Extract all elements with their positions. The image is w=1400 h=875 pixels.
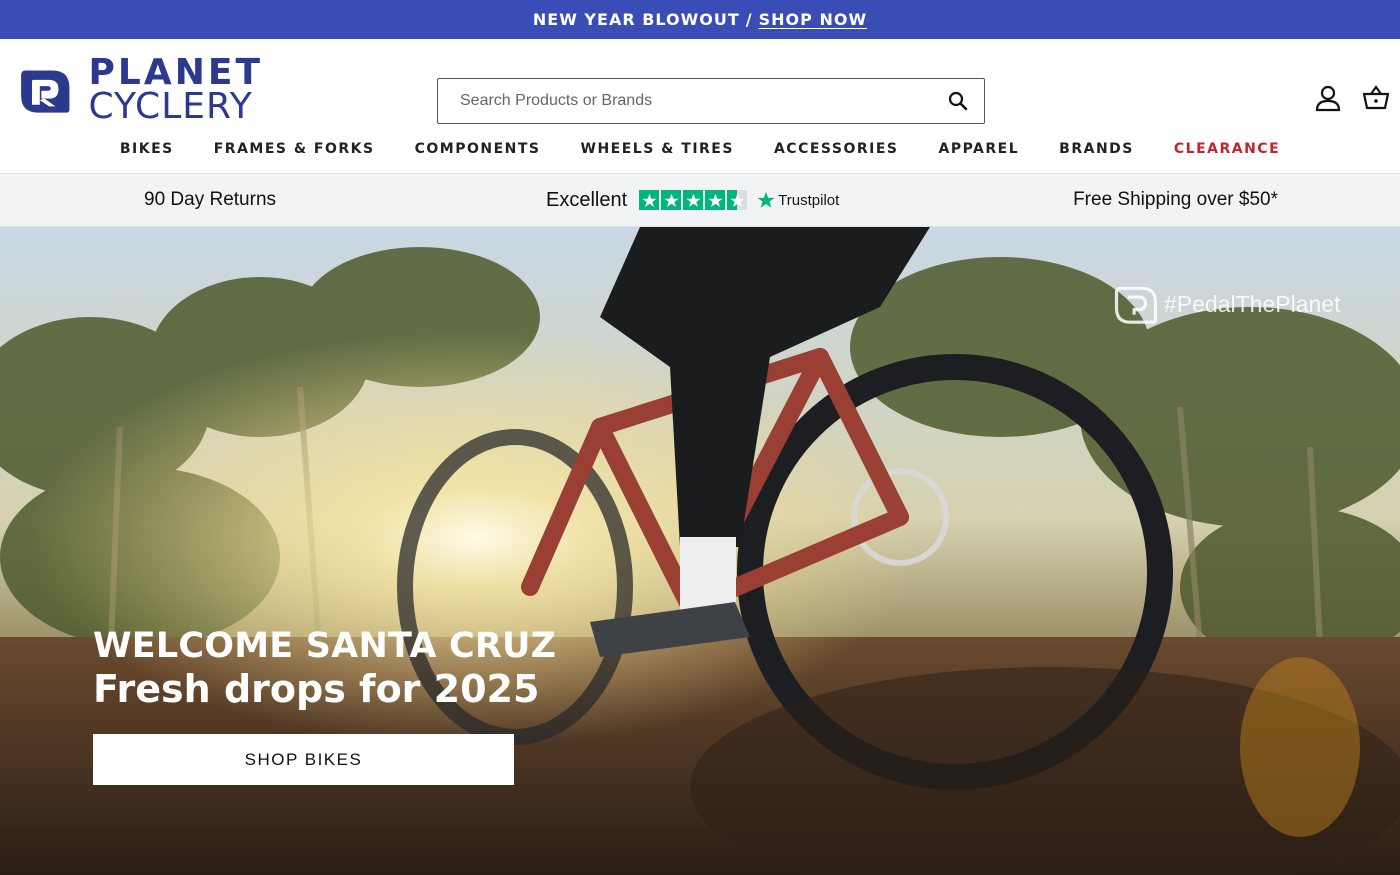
- logo-watermark-icon: [1114, 286, 1158, 324]
- rating-star-icon: [705, 190, 726, 210]
- logo-text-cyclery: CYCLERY: [88, 86, 253, 127]
- site-header: PLANET CYCLERY BIKES FRAMES & FORKS COMP…: [0, 39, 1400, 173]
- announcement-text: NEW YEAR BLOWOUT: [532, 10, 740, 29]
- returns-text: 90 Day Returns: [144, 189, 277, 210]
- announcement-bar: NEW YEAR BLOWOUT / SHOP NOW: [0, 0, 1400, 39]
- rating-star-icon: [639, 190, 660, 210]
- main-nav: BIKES FRAMES & FORKS COMPONENTS WHEELS &…: [0, 136, 1400, 162]
- hero-title: WELCOME SANTA CRUZ: [93, 626, 557, 666]
- trustpilot-star-icon: [757, 191, 775, 208]
- shop-bikes-button[interactable]: SHOP BIKES: [93, 734, 514, 785]
- trustpilot-widget[interactable]: Excellent Trustpilot: [546, 189, 839, 212]
- nav-item-components[interactable]: COMPONENTS: [395, 136, 561, 162]
- rating-stars: [639, 190, 748, 210]
- trustpilot-logo: Trustpilot: [757, 191, 839, 209]
- hero-subtitle: Fresh drops for 2025: [93, 667, 540, 711]
- rating-label: Excellent: [546, 188, 628, 211]
- cart-icon[interactable]: [1361, 83, 1391, 113]
- search-icon[interactable]: [946, 89, 970, 113]
- account-icon[interactable]: [1313, 83, 1343, 113]
- nav-item-clearance[interactable]: CLEARANCE: [1154, 136, 1300, 162]
- logo-mark-icon: [21, 70, 70, 113]
- trustpilot-text: Trustpilot: [778, 191, 840, 209]
- trust-bar: 90 Day Returns Excellent Trustpilot Free…: [0, 173, 1400, 227]
- search-box: [437, 78, 985, 124]
- nav-item-bikes[interactable]: BIKES: [100, 136, 194, 162]
- nav-item-brands[interactable]: BRANDS: [1039, 136, 1154, 162]
- shipping-text: Free Shipping over $50*: [1073, 189, 1278, 210]
- rating-star-icon: [683, 190, 704, 210]
- hashtag-text: #PedalThePlanet: [1164, 290, 1341, 317]
- nav-item-frames-forks[interactable]: FRAMES & FORKS: [194, 136, 395, 162]
- planet-cyclery-logo[interactable]: PLANET CYCLERY: [18, 55, 263, 125]
- nav-item-wheels-tires[interactable]: WHEELS & TIRES: [561, 136, 754, 162]
- hero-banner[interactable]: #PedalThePlanet WELCOME SANTA CRUZ Fresh…: [0, 227, 1400, 875]
- shop-now-link[interactable]: SHOP NOW: [759, 10, 867, 29]
- announcement-separator: /: [745, 10, 753, 29]
- hashtag-watermark: #PedalThePlanet: [1114, 283, 1340, 325]
- search-input[interactable]: [460, 92, 946, 110]
- nav-item-apparel[interactable]: APPAREL: [918, 136, 1039, 162]
- rating-star-icon: [661, 190, 682, 210]
- rating-star-icon: [727, 190, 748, 210]
- nav-item-accessories[interactable]: ACCESSORIES: [754, 136, 919, 162]
- hero-headline: WELCOME SANTA CRUZ Fresh drops for 2025: [93, 625, 556, 713]
